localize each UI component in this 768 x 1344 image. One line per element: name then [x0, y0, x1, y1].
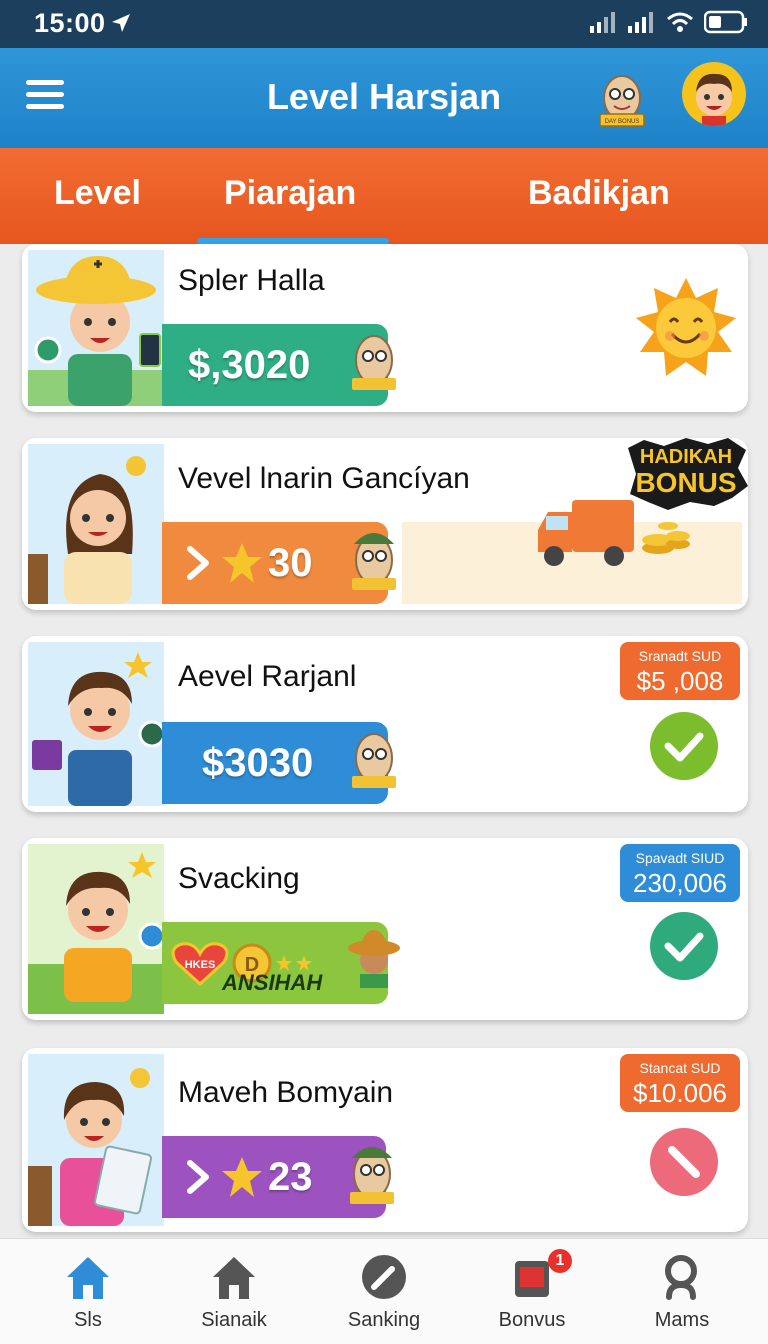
smiling-sun-icon [636, 278, 736, 376]
heart-badge-icon: HKES [171, 942, 229, 986]
reward-pill: 23 [162, 1136, 394, 1218]
completed-status-button[interactable] [650, 912, 718, 980]
reward-amount: 23 [268, 1154, 313, 1199]
tab-piarajan[interactable]: Piarajan [224, 174, 356, 213]
nav-label: Sianaik [201, 1309, 267, 1331]
checkmark-icon [664, 732, 704, 762]
user-avatar[interactable] [682, 62, 746, 126]
card-title: Aevel Rarjanl [178, 660, 357, 693]
price-tag-value: $10.006 [633, 1078, 727, 1108]
miner-boy-illustration [28, 250, 164, 406]
nav-label: Mams [654, 1309, 710, 1331]
potato-mascot-icon [352, 733, 396, 788]
girl-with-tablet-illustration [28, 1054, 164, 1226]
price-tag-label: Stancat SUD [639, 1060, 721, 1076]
star-icon [222, 543, 262, 583]
location-arrow-icon [112, 14, 130, 32]
price-tag-value: 230,006 [633, 868, 727, 898]
chevron-right-icon [187, 1160, 209, 1194]
battery-icon [704, 10, 747, 34]
card-title: Svacking [178, 862, 300, 895]
star-icon [222, 1157, 262, 1197]
nav-item-sls[interactable]: Sls [28, 1253, 148, 1332]
level-card[interactable]: Aevel Rarjanl $3030 Sranadt SUD $5 ,008 [22, 636, 748, 812]
signal-icon [628, 12, 653, 33]
price-tag-label: Spavadt SIUD [635, 850, 725, 866]
price-tag-label: Sranadt SUD [638, 648, 722, 664]
girl-waving-illustration [28, 444, 164, 604]
card-title: Maveh Bomyain [178, 1076, 394, 1109]
bonus-label: HADIKAH BONUS [624, 444, 748, 498]
price-tag-value: $5 ,008 [636, 666, 724, 696]
tab-bar: Level Piarajan Badikjan [0, 148, 768, 244]
nav-item-bonvus[interactable]: 1 Bonvus [472, 1249, 592, 1332]
reward-text: ANSIHAH [222, 970, 323, 995]
house-icon [213, 1257, 255, 1299]
reward-amount: 30 [268, 540, 313, 585]
boy-avatar-icon [696, 73, 732, 126]
bonus-burst: HADIKAH BONUS [624, 438, 748, 510]
bottom-navigation: Sls Sianaik Sanking 1 Bonvus Mams [0, 1238, 768, 1344]
nav-item-sianaik[interactable]: Sianaik [174, 1253, 294, 1332]
pencil-circle-icon [362, 1255, 406, 1299]
level-card[interactable]: Spler Halla $,3020 [22, 244, 748, 412]
card-title: Vevel lnarin Gancíyan [178, 462, 470, 495]
reward-pill: $3030 [162, 722, 396, 804]
nav-item-mams[interactable]: Mams [622, 1253, 742, 1332]
farmer-mascot-icon [348, 930, 400, 988]
nav-label: Sls [74, 1309, 102, 1331]
level-card[interactable]: Maveh Bomyain 23 Stancat SUD $10.006 [22, 1048, 748, 1232]
no-entry-icon [668, 1146, 700, 1178]
tab-level[interactable]: Level [54, 174, 141, 213]
reward-amount: $,3020 [188, 342, 311, 387]
price-tag: Spavadt SIUD 230,006 [620, 844, 740, 902]
completed-status-button[interactable] [650, 712, 718, 780]
app-header: Level Harsjan DAY BONUS [0, 48, 768, 148]
notification-badge: 1 [548, 1249, 572, 1273]
price-tag: Sranadt SUD $5 ,008 [620, 642, 740, 700]
status-indicators [590, 10, 748, 34]
heart-text: HKES [185, 959, 216, 971]
home-icon [67, 1257, 109, 1299]
boy-with-coin-illustration [28, 844, 164, 1014]
checkmark-icon [664, 932, 704, 962]
boy-holding-cards-illustration [28, 642, 164, 806]
signal-icon [590, 12, 615, 33]
reward-amount: $3030 [202, 740, 314, 785]
potato-mascot-icon [352, 533, 396, 590]
potato-mascot-icon[interactable]: DAY BONUS [594, 66, 650, 132]
search-icon [665, 1255, 697, 1300]
nav-label: Bonvus [498, 1309, 566, 1331]
mascot-badge-text: DAY BONUS [605, 119, 640, 125]
status-bar: 15:00 [0, 0, 768, 48]
nav-item-sanking[interactable]: Sanking [324, 1253, 444, 1332]
level-card[interactable]: Vevel lnarin Gancíyan 30 HADIKAH BONUS [22, 438, 748, 610]
blocked-status-button[interactable] [650, 1128, 718, 1196]
status-time: 15:00 [34, 8, 106, 38]
tab-badikjan[interactable]: Badikjan [528, 174, 670, 213]
price-tag: Stancat SUD $10.006 [620, 1054, 740, 1112]
bonus-line2: BONUS [635, 467, 737, 498]
reward-pill: $,3020 [162, 324, 396, 406]
chevron-right-icon [187, 546, 209, 580]
potato-mascot-icon [350, 1147, 394, 1204]
card-title: Spler Halla [178, 264, 325, 297]
page-title: Level Harsjan [266, 76, 502, 117]
reward-pill: 30 [162, 522, 396, 604]
wifi-icon [667, 12, 693, 32]
nav-label: Sanking [347, 1309, 421, 1331]
potato-mascot-icon [352, 335, 396, 390]
level-card[interactable]: Svacking HKES D ANSIHAH Spavadt SIUD 230… [22, 838, 748, 1020]
